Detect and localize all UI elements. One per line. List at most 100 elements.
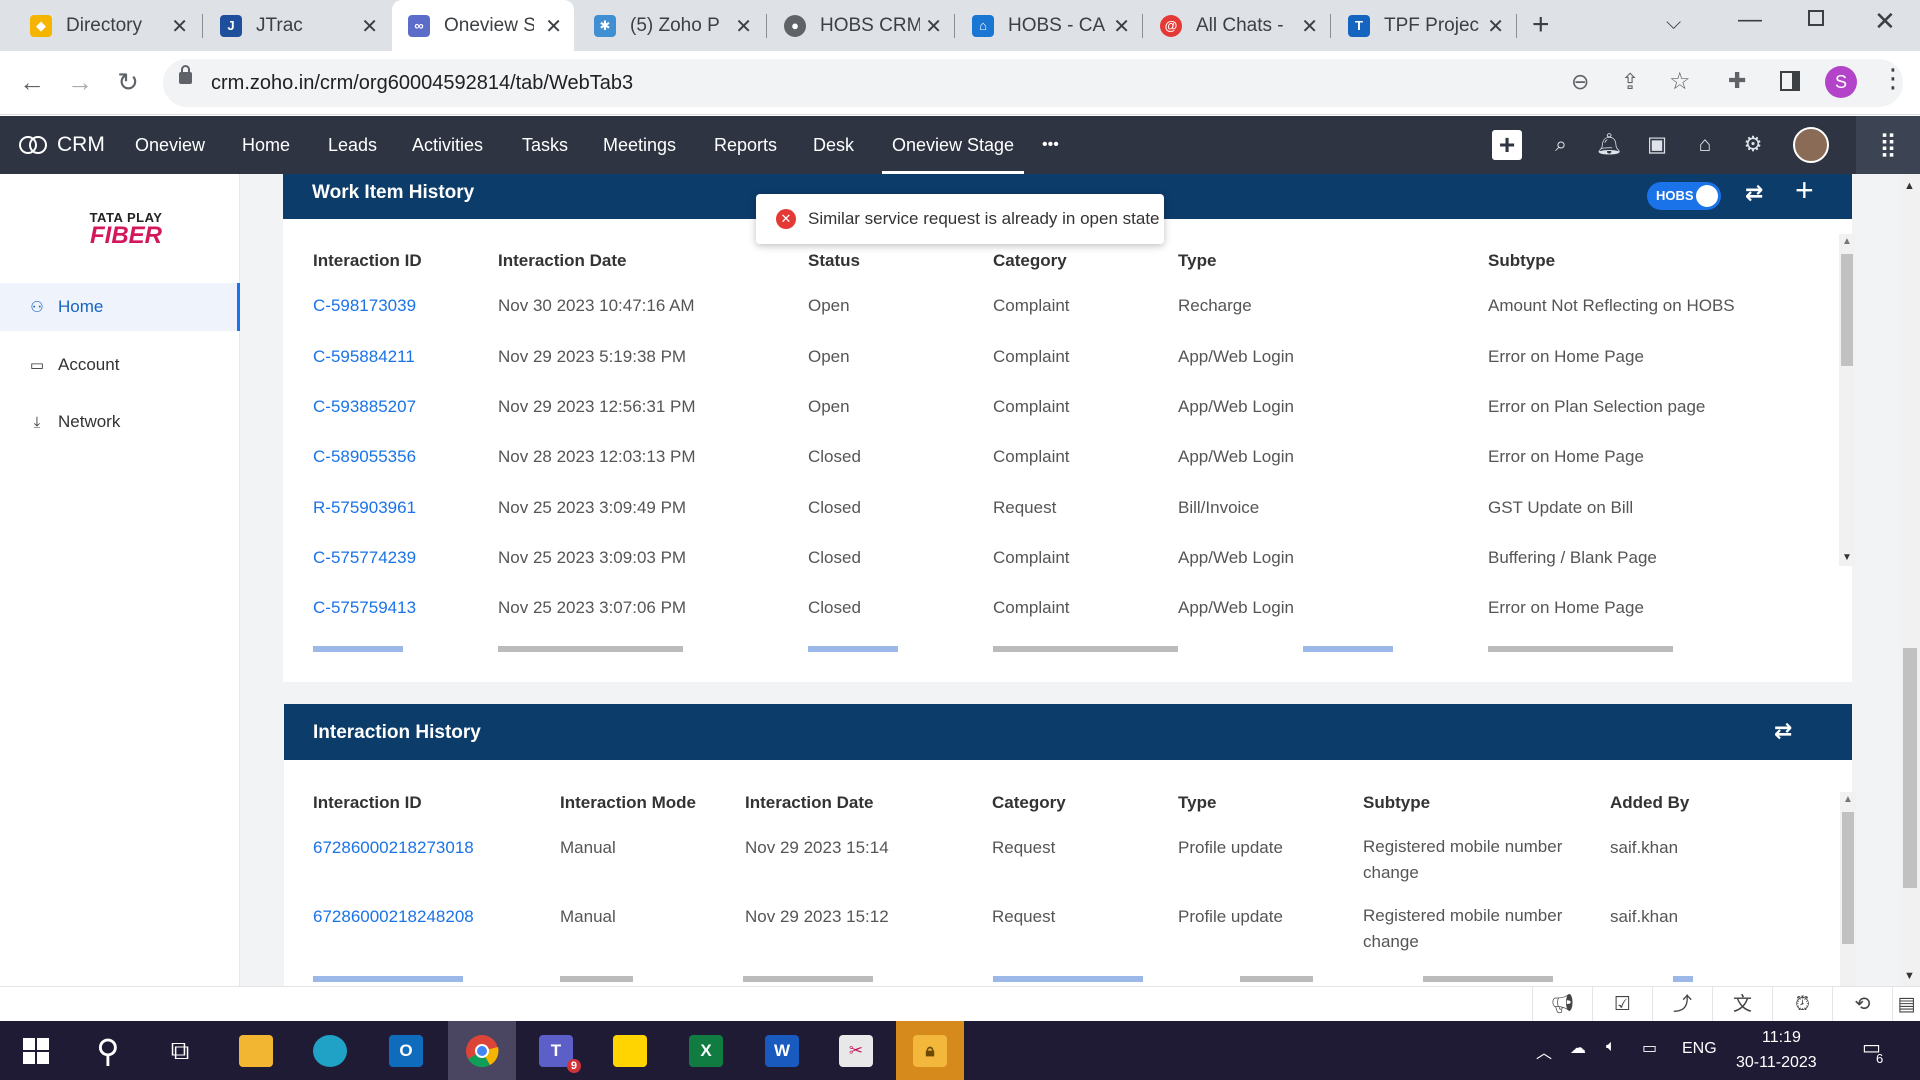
crm-logo-icon[interactable] [18, 134, 48, 156]
interaction-id-link[interactable]: C-595884211 [313, 347, 415, 367]
interaction-id-link[interactable]: C-575759413 [313, 598, 416, 618]
marketplace-icon[interactable]: ⌂ [1690, 130, 1720, 160]
scroll-thumb[interactable] [1841, 254, 1853, 366]
restore-window-icon[interactable] [1808, 10, 1824, 26]
sticky-notes-icon[interactable] [596, 1021, 664, 1080]
edge-browser-icon[interactable] [296, 1021, 364, 1080]
recent-items-icon[interactable]: ⤴ [1652, 987, 1712, 1022]
nav-desk[interactable]: Desk [813, 116, 854, 174]
reload-icon[interactable]: ↻ [112, 67, 144, 98]
refresh-icon[interactable]: ⇄ [1745, 180, 1763, 206]
tab-close-icon[interactable]: ✕ [171, 14, 188, 39]
calendar-icon[interactable]: ▣ [1642, 130, 1672, 160]
tab-search-chevron-icon[interactable]: ⌵ [1666, 12, 1681, 35]
notes-icon[interactable]: ▤ [1892, 987, 1920, 1022]
tab-close-icon[interactable]: ✕ [1113, 14, 1130, 39]
forward-arrow-icon[interactable]: → [64, 67, 96, 98]
file-explorer-icon[interactable] [222, 1021, 290, 1080]
chrome-icon[interactable] [448, 1021, 516, 1080]
crm-brand[interactable]: CRM [57, 116, 105, 174]
history-icon[interactable]: ⟲ [1832, 987, 1892, 1022]
nav-oneview-stage[interactable]: Oneview Stage [882, 116, 1025, 174]
alarm-clock-icon[interactable]: ⏰︎ [1772, 987, 1832, 1022]
search-icon[interactable]: ⚲ [74, 1021, 142, 1080]
excel-icon[interactable]: X [672, 1021, 740, 1080]
back-arrow-icon[interactable]: ← [16, 67, 48, 98]
sidebar-item-account[interactable]: ▭ Account [0, 341, 240, 389]
browser-tab[interactable]: J JTrac ✕ [204, 0, 390, 51]
vpn-lock-icon[interactable]: 🔒︎ [896, 1021, 964, 1080]
announcement-icon[interactable]: 📢︎ [1532, 987, 1592, 1022]
sidebar-item-network[interactable]: ⤓ Network [0, 398, 240, 446]
interaction-id-link[interactable]: R-575903961 [313, 498, 416, 518]
nav-oneview[interactable]: Oneview [135, 116, 205, 174]
task-view-icon[interactable]: ⧉ [146, 1021, 214, 1080]
interaction-id-link[interactable]: 67286000218273018 [313, 838, 474, 858]
tab-close-icon[interactable]: ✕ [1301, 14, 1318, 39]
tab-close-icon[interactable]: ✕ [361, 14, 378, 39]
apps-grid-icon[interactable]: ⣿ [1856, 116, 1920, 174]
browser-tab-active[interactable]: ∞ Oneview S ✕ [392, 0, 574, 51]
settings-gear-icon[interactable]: ⚙ [1738, 130, 1768, 160]
scroll-thumb[interactable] [1842, 812, 1854, 944]
teams-icon[interactable]: T9 [522, 1021, 590, 1080]
battery-icon[interactable]: ▭ [1642, 1038, 1657, 1058]
tab-close-icon[interactable]: ✕ [735, 14, 752, 39]
tab-close-icon[interactable]: ✕ [545, 14, 562, 39]
nav-leads[interactable]: Leads [328, 116, 377, 174]
scroll-down-arrow-icon[interactable]: ▼ [1904, 970, 1915, 982]
tab-close-icon[interactable]: ✕ [1487, 14, 1504, 39]
nav-meetings[interactable]: Meetings [603, 116, 676, 174]
show-hidden-icons-chevron-icon[interactable]: ︿ [1536, 1039, 1552, 1063]
extensions-puzzle-icon[interactable]: ✚ [1728, 68, 1746, 94]
sidebar-item-home[interactable]: ⚇ Home [0, 283, 240, 331]
clock-date[interactable]: 30-11-2023 [1736, 1054, 1817, 1072]
page-scroll-thumb[interactable] [1903, 648, 1917, 888]
browser-menu-icon[interactable]: ⋮ [1880, 63, 1906, 94]
scroll-up-arrow-icon[interactable]: ▲ [1842, 236, 1852, 247]
onedrive-icon[interactable]: ☁ [1570, 1038, 1586, 1058]
volume-icon[interactable]: 🔈︎ [1606, 1038, 1616, 1056]
zoom-out-icon[interactable]: ⊖ [1571, 69, 1589, 95]
nav-tasks[interactable]: Tasks [522, 116, 568, 174]
nav-reports[interactable]: Reports [714, 116, 777, 174]
language-indicator[interactable]: ENG [1682, 1040, 1717, 1058]
share-icon[interactable]: ⇪ [1621, 69, 1639, 95]
side-panel-icon[interactable] [1780, 71, 1800, 91]
address-bar[interactable]: crm.zoho.in/crm/org60004592814/tab/WebTa… [163, 59, 1903, 107]
hobs-toggle[interactable]: HOBS [1647, 182, 1721, 210]
nav-activities[interactable]: Activities [412, 116, 483, 174]
interaction-history-scrollbar[interactable]: ▲ [1840, 792, 1856, 986]
new-tab-icon[interactable]: + [1532, 8, 1550, 42]
word-icon[interactable]: W [748, 1021, 816, 1080]
outlook-icon[interactable]: O [372, 1021, 440, 1080]
scroll-up-arrow-icon[interactable]: ▲ [1843, 794, 1853, 805]
checklist-icon[interactable]: ☑ [1592, 987, 1652, 1022]
browser-tab[interactable]: T TPF Projec ✕ [1332, 0, 1516, 51]
add-plus-icon[interactable]: + [1795, 174, 1814, 209]
work-item-scrollbar[interactable]: ▲ ▼ [1839, 234, 1855, 566]
windows-start-icon[interactable] [2, 1021, 70, 1080]
page-scrollbar[interactable]: ▲ ▼ [1900, 174, 1920, 986]
scroll-up-arrow-icon[interactable]: ▲ [1904, 180, 1915, 192]
close-window-icon[interactable]: ✕ [1874, 6, 1896, 37]
bookmark-star-icon[interactable]: ☆ [1669, 67, 1691, 96]
refresh-icon[interactable]: ⇄ [1774, 718, 1792, 744]
browser-tab[interactable]: ● HOBS CRM ✕ [768, 0, 954, 51]
nav-home[interactable]: Home [242, 116, 290, 174]
browser-tab[interactable]: ✱ (5) Zoho P ✕ [578, 0, 764, 51]
interaction-id-link[interactable]: C-575774239 [313, 548, 416, 568]
clock-time[interactable]: 11:19 [1762, 1029, 1801, 1047]
translate-icon[interactable]: 文 [1712, 987, 1772, 1022]
browser-tab[interactable]: ⌂ HOBS - CA ✕ [956, 0, 1142, 51]
nav-more-icon[interactable]: ••• [1042, 116, 1059, 174]
snipping-tool-icon[interactable]: ✂ [822, 1021, 890, 1080]
profile-avatar[interactable]: S [1825, 66, 1857, 98]
scroll-down-arrow-icon[interactable]: ▼ [1842, 552, 1852, 563]
tab-close-icon[interactable]: ✕ [925, 14, 942, 39]
search-icon[interactable]: ⌕ [1546, 130, 1576, 160]
quick-create-plus-icon[interactable]: + [1492, 130, 1522, 160]
interaction-id-link[interactable]: C-598173039 [313, 296, 416, 316]
user-avatar[interactable] [1793, 127, 1829, 163]
browser-tab[interactable]: ◆ Directory ✕ [14, 0, 200, 51]
